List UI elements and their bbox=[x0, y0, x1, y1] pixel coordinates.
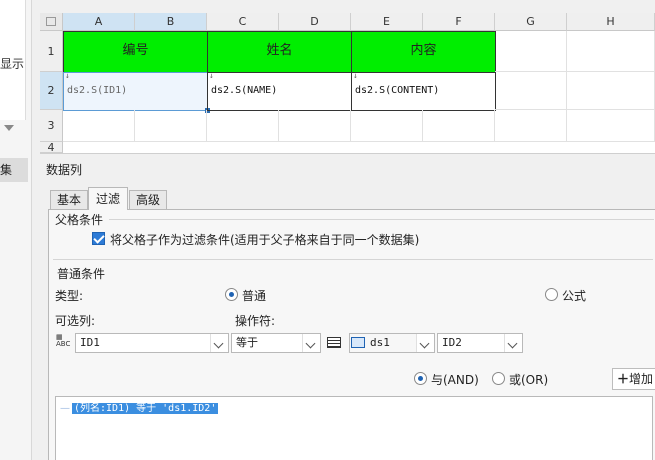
column-header-f[interactable]: F bbox=[423, 13, 495, 31]
grid-cell[interactable] bbox=[351, 110, 423, 142]
tab-advanced[interactable]: 高级 bbox=[129, 190, 167, 209]
row-header-3[interactable]: 3 bbox=[40, 110, 63, 142]
condition-item-text: (列名:ID1) 等于 'ds1.ID2' bbox=[72, 403, 219, 414]
field-select-value: ID2 bbox=[442, 336, 462, 349]
filter-tab-body: 父格条件 将父格子作为过滤条件(适用于父子格来自于同一个数据集) 普通条件 类型… bbox=[48, 209, 655, 460]
section-divider bbox=[53, 259, 653, 260]
condition-item[interactable]: — (列名:ID1) 等于 'ds1.ID2' bbox=[60, 401, 219, 415]
table-icon[interactable] bbox=[327, 337, 341, 348]
row-header-2[interactable]: 2 bbox=[40, 72, 63, 110]
grid-cell[interactable] bbox=[495, 72, 567, 110]
expand-down-icon: ↓ bbox=[209, 71, 214, 80]
data-cell-content-text: ds2.S(CONTENT) bbox=[355, 85, 440, 96]
grid-cell[interactable] bbox=[495, 31, 567, 72]
type-formula-radio[interactable] bbox=[545, 288, 558, 301]
type-label: 类型: bbox=[55, 289, 84, 303]
chevron-down-icon bbox=[416, 334, 434, 352]
row-header-4[interactable]: 4 bbox=[40, 142, 63, 153]
dataset-select[interactable]: ds1 bbox=[349, 333, 435, 353]
chevron-down-icon bbox=[504, 334, 522, 352]
data-column-panel: 数据列 基本 过滤 高级 父格条件 将父格子作为过滤条件(适用于父子格来自于同一… bbox=[40, 153, 655, 460]
grid-cell[interactable] bbox=[135, 110, 207, 142]
data-cell-name-text: ds2.S(NAME) bbox=[211, 85, 278, 96]
section-divider bbox=[109, 219, 654, 220]
expand-down-icon: ↓ bbox=[353, 71, 358, 80]
spreadsheet-grid: A B C D E F G H 1 2 3 4 编号 姓名 内容 ↓ ds2.S… bbox=[40, 13, 655, 153]
row-header-1[interactable]: 1 bbox=[40, 31, 63, 72]
type-normal-label: 普通 bbox=[242, 289, 267, 303]
condition-list[interactable]: — (列名:ID1) 等于 'ds1.ID2' bbox=[55, 396, 653, 460]
data-cell-id[interactable]: ↓ ds2.S(ID1) bbox=[63, 71, 210, 113]
parent-filter-checkbox[interactable] bbox=[92, 232, 105, 245]
column-select-value: ID1 bbox=[80, 336, 100, 349]
data-cell-id-text: ds2.S(ID1) bbox=[67, 85, 128, 96]
left-panel: 显示 集 bbox=[0, 0, 32, 460]
chevron-down-icon bbox=[210, 334, 228, 352]
grid-cell[interactable] bbox=[567, 31, 655, 72]
grid-icon bbox=[46, 17, 56, 26]
column-header-g[interactable]: G bbox=[495, 13, 567, 31]
logic-and-radio[interactable] bbox=[414, 372, 427, 385]
tab-basic[interactable]: 基本 bbox=[50, 190, 88, 209]
parent-filter-label: 将父格子作为过滤条件(适用于父子格来自于同一个数据集) bbox=[110, 233, 420, 247]
logic-and-label: 与(AND) bbox=[431, 373, 479, 387]
type-formula-label: 公式 bbox=[562, 289, 587, 303]
grid-cell[interactable] bbox=[495, 110, 567, 142]
normal-condition-title: 普通条件 bbox=[57, 267, 106, 281]
grid-cell[interactable] bbox=[423, 110, 495, 142]
grid-cell[interactable] bbox=[567, 72, 655, 110]
parent-condition-title: 父格条件 bbox=[55, 213, 104, 227]
abc-column-icon: ▦ ABC bbox=[56, 333, 71, 348]
tree-line-icon: — bbox=[60, 403, 70, 414]
header-cell-name[interactable]: 姓名 bbox=[207, 31, 352, 73]
chevron-down-icon bbox=[302, 334, 320, 352]
dataset-select-value: ds1 bbox=[370, 336, 390, 349]
expand-down-icon: ↓ bbox=[65, 71, 70, 80]
data-cell-content[interactable]: ↓ ds2.S(CONTENT) bbox=[351, 71, 496, 111]
collapse-arrow-icon[interactable] bbox=[4, 125, 14, 131]
column-header-b[interactable]: B bbox=[135, 13, 207, 31]
add-condition-button[interactable]: ＋增加 bbox=[612, 368, 655, 390]
header-cell-content[interactable]: 内容 bbox=[351, 31, 496, 73]
add-button-label: 增加 bbox=[629, 372, 654, 386]
logic-or-radio[interactable] bbox=[492, 372, 505, 385]
grid-cell[interactable] bbox=[207, 110, 279, 142]
plus-icon: ＋ bbox=[617, 372, 630, 386]
panel-title: 数据列 bbox=[46, 163, 83, 177]
grid-cell[interactable] bbox=[63, 110, 135, 142]
app-window: 显示 集 A B C D E F G H 1 2 3 4 编号 姓名 内容 ↓ … bbox=[0, 0, 655, 460]
operator-select[interactable]: 等于 bbox=[231, 333, 321, 353]
column-header-c[interactable]: C bbox=[207, 13, 279, 31]
operator-label: 操作符: bbox=[235, 314, 276, 328]
tab-filter[interactable]: 过滤 bbox=[88, 187, 128, 210]
left-panel-label: 显示 bbox=[0, 57, 25, 71]
column-select[interactable]: ID1 bbox=[75, 333, 229, 353]
grid-cell[interactable] bbox=[279, 110, 351, 142]
data-cell-name[interactable]: ↓ ds2.S(NAME) bbox=[207, 71, 352, 111]
grid-cell[interactable] bbox=[567, 110, 655, 142]
column-label: 可选列: bbox=[55, 314, 96, 328]
column-header-e[interactable]: E bbox=[351, 13, 423, 31]
operator-select-value: 等于 bbox=[236, 336, 258, 349]
column-header-a[interactable]: A bbox=[63, 13, 135, 31]
left-panel-selected-item[interactable]: 集 bbox=[0, 158, 28, 182]
logic-or-label: 或(OR) bbox=[509, 373, 549, 387]
column-header-d[interactable]: D bbox=[279, 13, 351, 31]
type-normal-radio[interactable] bbox=[225, 288, 238, 301]
select-all-corner[interactable] bbox=[40, 13, 63, 31]
column-header-h[interactable]: H bbox=[567, 13, 655, 31]
field-select[interactable]: ID2 bbox=[437, 333, 523, 353]
header-cell-id[interactable]: 编号 bbox=[63, 31, 208, 73]
